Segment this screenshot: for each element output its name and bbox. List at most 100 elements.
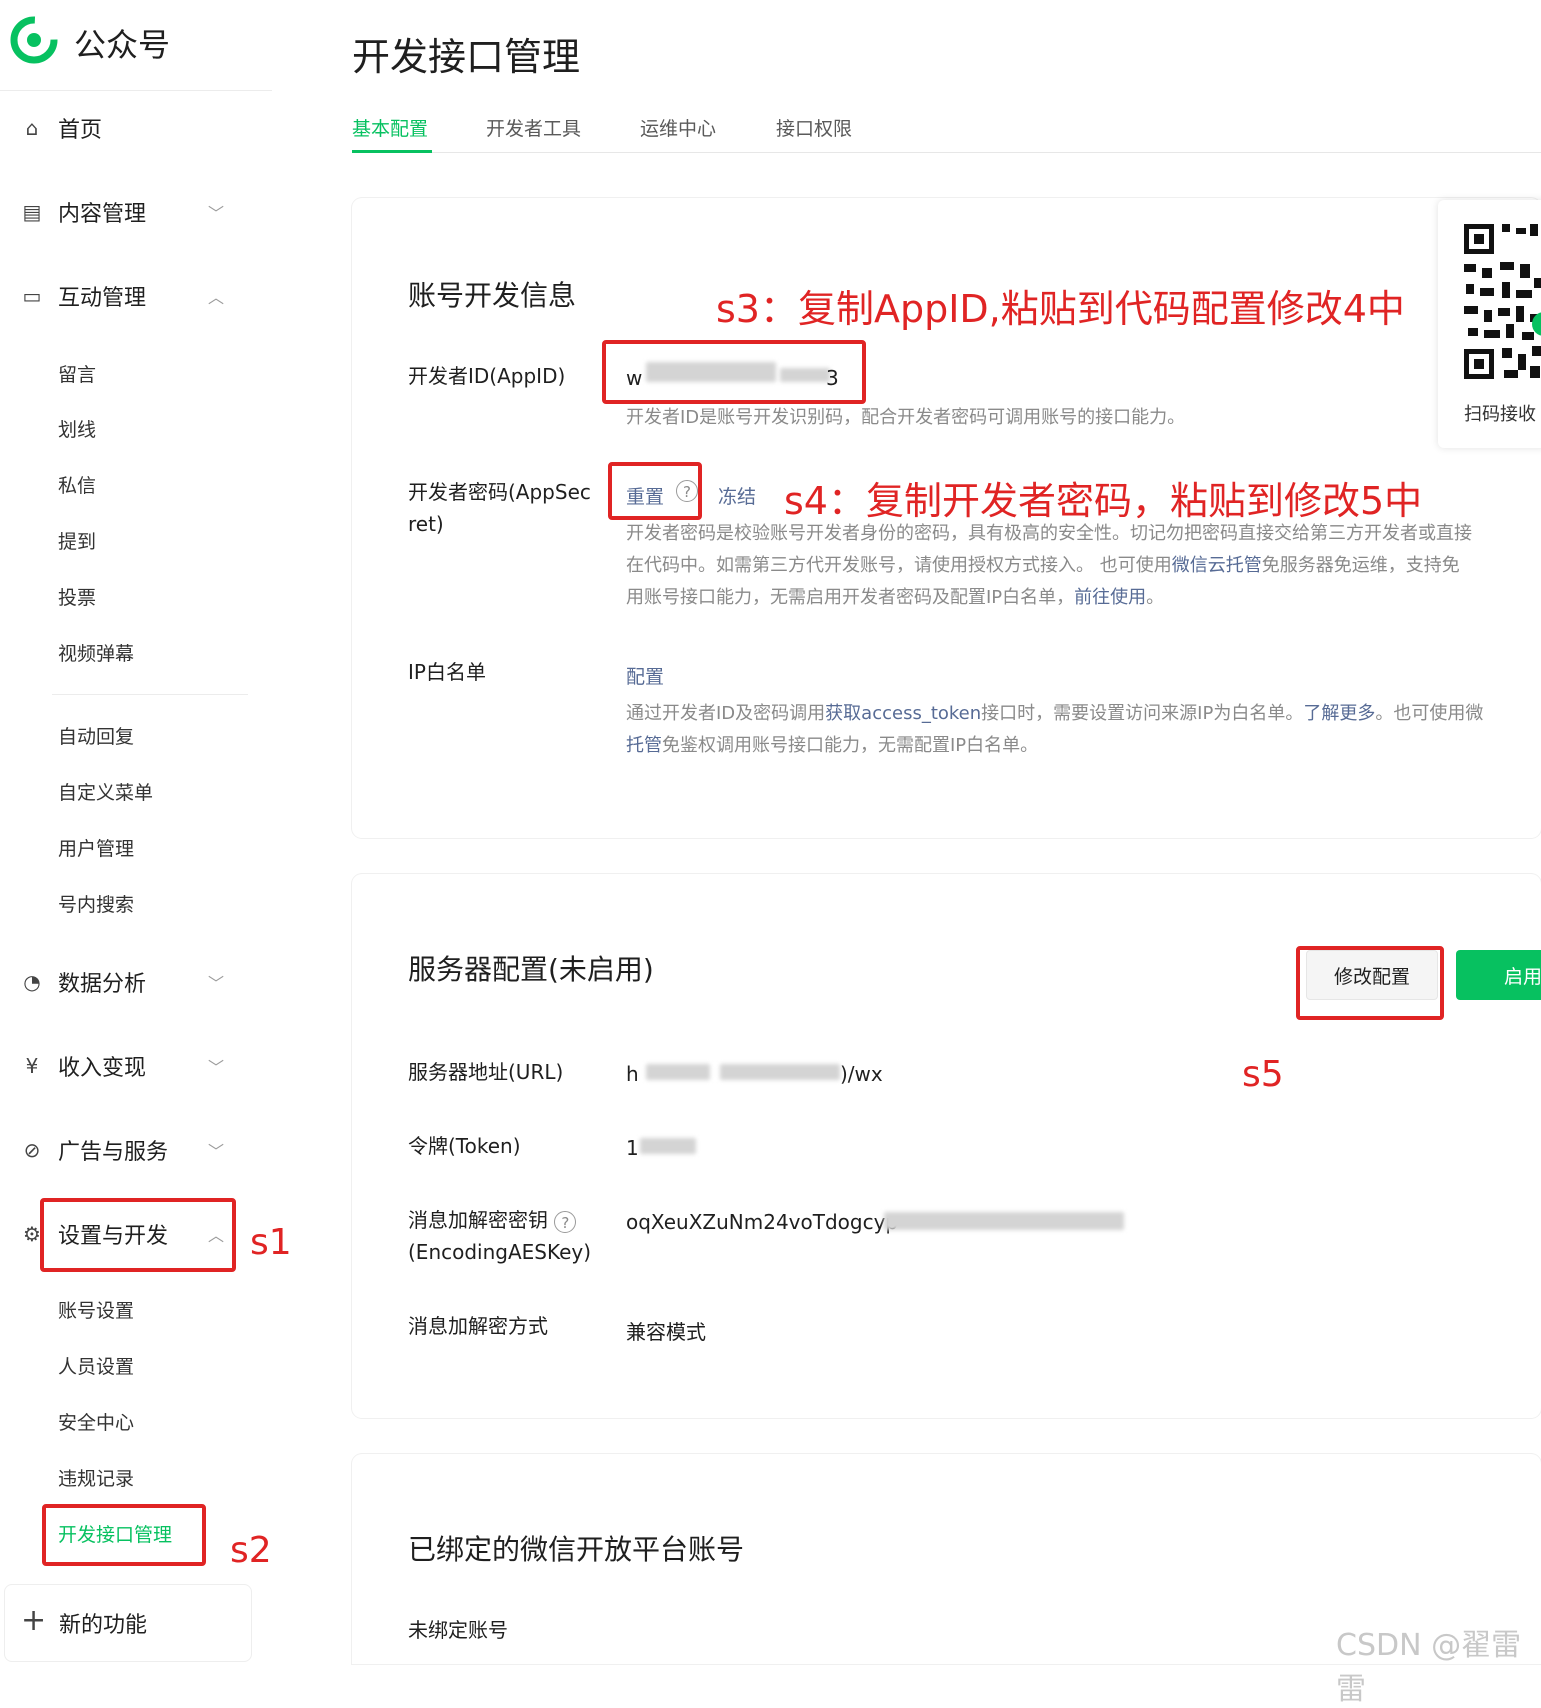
go-use-link[interactable]: 前往使用	[1074, 587, 1146, 608]
appsecret-description-line3: 用账号接口能力，无需启用开发者密码及配置IP白名单，前往使用。	[626, 582, 1164, 614]
redacted-mask	[646, 1064, 710, 1080]
enable-button[interactable]: 启用	[1456, 950, 1541, 1000]
learn-more-link[interactable]: 了解更多	[1303, 703, 1375, 724]
desc-text: 用账号接口能力，无需启用开发者密码及配置IP白名单，	[626, 587, 1075, 608]
encrypt-mode-label: 消息加解密方式	[408, 1314, 548, 1338]
aes-key-value: oqXeuXZuNm24voTdogcyp	[626, 1210, 899, 1234]
sidebar-subitem-search[interactable]: 号内搜索	[58, 890, 134, 917]
server-url-suffix: )/wx	[840, 1062, 883, 1086]
sidebar: 公众号 ⌂ 首页 ▤ 内容管理 ﹀ ▭ 互动管理 ︿ 留言 划线 私信 提到 投…	[0, 0, 272, 1664]
redacted-mask	[884, 1212, 1124, 1230]
tab-ops-center[interactable]: 运维中心	[640, 114, 716, 141]
sidebar-item-label: 收入变现	[58, 1056, 147, 1081]
appsecret-label-line2: ret)	[408, 512, 444, 536]
qr-label: 扫码接收	[1464, 404, 1536, 425]
sidebar-item-label: 数据分析	[58, 972, 147, 997]
freeze-secret-link[interactable]: 冻结	[718, 482, 756, 509]
yen-icon: ¥	[25, 1054, 39, 1078]
sidebar-subitem-violations[interactable]: 违规记录	[58, 1464, 134, 1491]
sidebar-subitem-video-danmaku[interactable]: 视频弹幕	[58, 639, 134, 666]
divider	[52, 694, 248, 695]
sidebar-item-data[interactable]: ◔ 数据分析 ﹀	[0, 960, 272, 1004]
appid-description: 开发者ID是账号开发识别码，配合开发者密码可调用账号的接口能力。	[626, 407, 1186, 428]
sidebar-item-interaction[interactable]: ▭ 互动管理 ︿	[0, 274, 272, 318]
ip-whitelist-config-link[interactable]: 配置	[626, 662, 664, 689]
help-icon[interactable]: ?	[554, 1210, 577, 1233]
sidebar-subitem-auto-reply[interactable]: 自动回复	[58, 722, 134, 749]
aes-key-label-line2: (EncodingAESKey)	[408, 1240, 592, 1264]
home-icon: ⌂	[25, 116, 39, 140]
ip-whitelist-label: IP白名单	[408, 660, 486, 684]
aes-key-label-line1: 消息加解密密钥 ?	[408, 1204, 577, 1236]
appid-label: 开发者ID(AppID)	[408, 364, 566, 388]
sidebar-item-home[interactable]: ⌂ 首页	[0, 106, 272, 150]
desc-text: 在代码中。如需第三方代开发账号，请使用授权方式接入。 也可使用	[626, 555, 1172, 576]
sidebar-subitem-underline[interactable]: 划线	[58, 415, 96, 442]
annotation-box-s5	[1296, 946, 1444, 1020]
redacted-mask	[720, 1064, 840, 1080]
ip-whitelist-description-line1: 通过开发者ID及密码调用获取access_token接口时，需要设置访问来源IP…	[626, 698, 1483, 730]
chevron-down-icon: ﹀	[207, 1142, 224, 1161]
sidebar-subitem-comments[interactable]: 留言	[58, 360, 96, 387]
server-url-prefix: h	[626, 1062, 639, 1086]
cloud-hosting-link[interactable]: 托管	[626, 735, 662, 756]
new-features-label: 新的功能	[59, 1613, 148, 1638]
section-title: 服务器配置(未启用)	[408, 953, 654, 986]
tab-api-permissions[interactable]: 接口权限	[776, 114, 852, 141]
desc-text: 免鉴权调用账号接口能力，无需配置IP白名单。	[662, 735, 1039, 756]
sidebar-item-content[interactable]: ▤ 内容管理 ﹀	[0, 190, 272, 234]
annotation-s3: s3：复制AppID,粘贴到代码配置修改4中	[716, 287, 1405, 331]
server-url-label: 服务器地址(URL)	[408, 1060, 564, 1084]
desc-text: 接口时，需要设置访问来源IP为白名单。	[981, 703, 1304, 724]
sidebar-subitem-votes[interactable]: 投票	[58, 583, 96, 610]
watermark: CSDN @翟雷雷	[1336, 1628, 1522, 1707]
new-features-box[interactable]: + 新的功能	[4, 1584, 252, 1662]
compass-icon: ⊘	[23, 1138, 41, 1162]
tab-dev-tools[interactable]: 开发者工具	[486, 114, 581, 141]
appsecret-description-line2: 在代码中。如需第三方代开发账号，请使用授权方式接入。 也可使用微信云托管免服务器…	[626, 550, 1460, 582]
annotation-box-s3	[602, 340, 866, 404]
sidebar-subitem-staff-settings[interactable]: 人员设置	[58, 1352, 134, 1379]
annotation-s1: s1	[250, 1222, 292, 1263]
sidebar-item-ads[interactable]: ⊘ 广告与服务 ﹀	[0, 1128, 272, 1172]
appsecret-label-line1: 开发者密码(AppSec	[408, 480, 591, 504]
tab-basic-config[interactable]: 基本配置	[352, 114, 428, 141]
sidebar-subitem-messages[interactable]: 私信	[58, 471, 96, 498]
sidebar-item-label: 互动管理	[58, 286, 147, 311]
annotation-box-s4	[608, 462, 702, 520]
sidebar-item-income[interactable]: ¥ 收入变现 ﹀	[0, 1044, 272, 1088]
sidebar-subitem-custom-menu[interactable]: 自定义菜单	[58, 778, 153, 805]
tab-active-indicator	[352, 150, 432, 153]
chat-icon: ▭	[22, 284, 42, 308]
sidebar-item-label: 广告与服务	[58, 1140, 169, 1165]
document-icon: ▤	[22, 200, 42, 224]
plus-icon: +	[21, 1603, 47, 1638]
annotation-s2: s2	[230, 1530, 272, 1571]
desc-text: 免服务器免运维，支持免	[1261, 555, 1460, 576]
brand-name: 公众号	[74, 26, 171, 64]
section-title: 已绑定的微信开放平台账号	[408, 1533, 745, 1566]
chevron-down-icon: ﹀	[207, 974, 224, 993]
annotation-box-s2	[42, 1504, 206, 1566]
token-prefix: 1	[626, 1136, 639, 1160]
sidebar-item-label: 内容管理	[58, 202, 147, 227]
sidebar-subitem-user-management[interactable]: 用户管理	[58, 834, 134, 861]
ip-whitelist-description-line2: 托管免鉴权调用账号接口能力，无需配置IP白名单。	[626, 730, 1038, 762]
divider	[0, 90, 272, 91]
wechat-official-logo-icon	[10, 16, 58, 64]
qr-code-icon	[1464, 224, 1541, 379]
desc-text: 通过开发者ID及密码调用	[626, 703, 826, 724]
annotation-box-s1	[40, 1198, 236, 1272]
encrypt-mode-value: 兼容模式	[626, 1320, 706, 1344]
access-token-link[interactable]: 获取access_token	[825, 703, 981, 724]
chevron-down-icon: ﹀	[207, 1058, 224, 1077]
qr-code-card: 扫码接收	[1438, 200, 1541, 448]
sidebar-subitem-account-settings[interactable]: 账号设置	[58, 1296, 134, 1323]
sidebar-subitem-security-center[interactable]: 安全中心	[58, 1408, 134, 1435]
sidebar-subitem-mentions[interactable]: 提到	[58, 527, 96, 554]
aes-key-label: 消息加解密密钥	[408, 1208, 548, 1232]
tabs-divider	[352, 152, 1541, 153]
annotation-s5: s5	[1242, 1054, 1284, 1095]
desc-text: 。	[1146, 587, 1165, 608]
wechat-cloud-link[interactable]: 微信云托管	[1172, 555, 1262, 576]
